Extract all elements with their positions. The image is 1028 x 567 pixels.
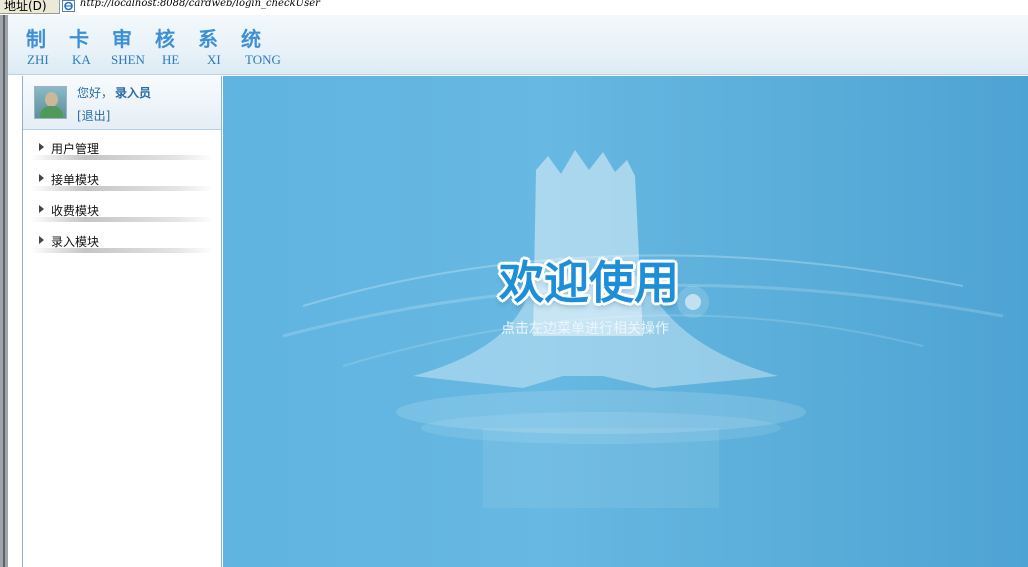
main-content: 欢迎使用 点击左边菜单进行相关操作 <box>223 76 1028 567</box>
pinyin-syllable: TONG <box>245 52 281 67</box>
greeting: 您好， 录入员 <box>77 84 151 101</box>
sidebar-item-order-module[interactable]: 接单模块 <box>23 162 221 193</box>
sidebar-item-entry-module[interactable]: 录入模块 <box>23 224 221 255</box>
pinyin-syllable: XI <box>207 52 221 67</box>
avatar-body <box>40 106 63 118</box>
address-bar: 地址(D) http://localhost:8088/cardweb/logi… <box>0 0 1028 14</box>
sidebar-item-label: 收费模块 <box>51 204 100 218</box>
title-char: 核 <box>155 27 176 51</box>
sidebar-menu: 用户管理 接单模块 收费模块 录入模块 <box>23 131 221 255</box>
avatar <box>34 86 67 119</box>
sidebar-item-user-management[interactable]: 用户管理 <box>23 131 221 162</box>
title-char: 审 <box>112 27 133 51</box>
greeting-text: 您好， <box>77 86 114 100</box>
user-panel: 您好， 录入员 [退出] <box>23 76 221 130</box>
title-char: 统 <box>241 27 262 51</box>
triangle-right-icon <box>39 236 44 244</box>
sidebar-item-label: 录入模块 <box>51 235 100 249</box>
welcome-title: 欢迎使用 <box>499 256 680 309</box>
triangle-right-icon <box>39 143 44 151</box>
pinyin-syllable: ZHI <box>27 52 49 67</box>
sidebar: 您好， 录入员 [退出] 用户管理 接单模块 收费模块 录入模块 <box>22 76 222 567</box>
pinyin-syllable: SHEN <box>111 52 145 67</box>
triangle-right-icon <box>39 205 44 213</box>
welcome-hint: 点击左边菜单进行相关操作 <box>501 321 669 337</box>
window-left-border <box>0 15 8 567</box>
title-char: 卡 <box>69 27 90 51</box>
pinyin-syllable: KA <box>72 52 91 67</box>
logout-link[interactable]: [退出] <box>77 107 110 124</box>
user-name: 录入员 <box>115 86 152 100</box>
sidebar-item-label: 用户管理 <box>51 142 100 156</box>
sidebar-item-fee-module[interactable]: 收费模块 <box>23 193 221 224</box>
pinyin-syllable: HE <box>162 52 180 67</box>
app-title: 制 卡 审 核 系 统 <box>26 23 284 52</box>
address-label: 地址(D) <box>4 0 47 13</box>
title-char: 系 <box>198 27 219 51</box>
ie-page-icon <box>62 0 75 12</box>
sidebar-item-label: 接单模块 <box>51 173 100 187</box>
address-url[interactable]: http://localhost:8088/cardweb/login_chec… <box>80 0 320 9</box>
triangle-right-icon <box>39 174 44 182</box>
app-header: 制 卡 审 核 系 统 ZHI KA SHEN HE XI TONG <box>8 15 1028 75</box>
avatar-head <box>45 92 58 107</box>
title-char: 制 <box>26 27 47 51</box>
